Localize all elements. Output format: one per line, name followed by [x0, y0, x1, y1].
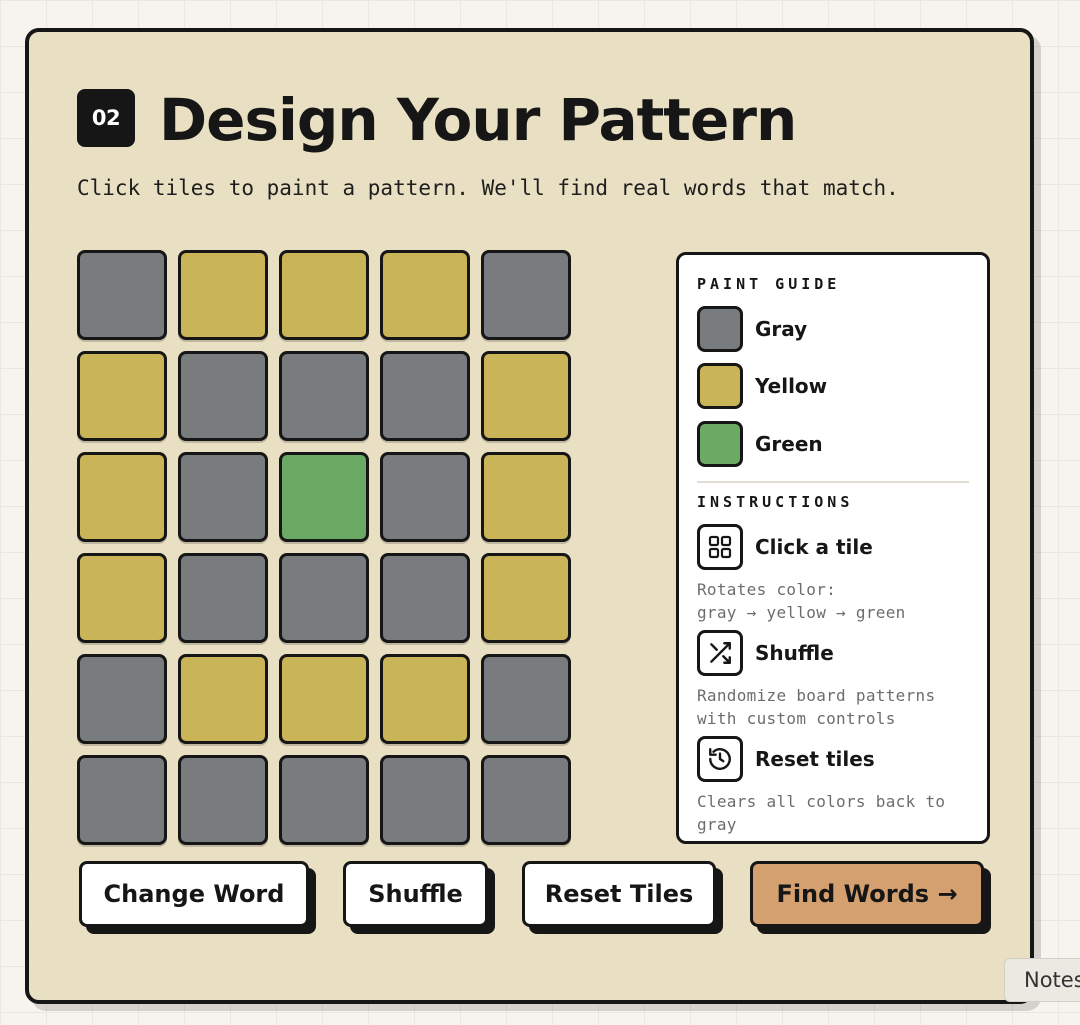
tile-r5-c5[interactable] — [481, 654, 571, 744]
tile-r3-c5[interactable] — [481, 452, 571, 542]
paint-guide-label: Green — [755, 432, 823, 456]
paint-guide-item-green: Green — [697, 421, 823, 467]
paint-guide-label: Yellow — [755, 374, 828, 398]
tile-r1-c3[interactable] — [279, 250, 369, 340]
paint-guide-label: Gray — [755, 317, 808, 341]
tile-r1-c1[interactable] — [77, 250, 167, 340]
tile-r6-c1[interactable] — [77, 755, 167, 845]
change-word-button[interactable]: Change Word — [79, 861, 309, 927]
instruction-shuffle: Shuffle Randomize board patterns with cus… — [697, 630, 982, 730]
tile-board — [77, 250, 571, 845]
shuffle-icon — [697, 630, 743, 676]
instruction-title: Shuffle — [755, 641, 834, 665]
instruction-reset: Reset tiles Clears all colors back to gra… — [697, 736, 982, 836]
instructions-title: INSTRUCTIONS — [697, 493, 854, 511]
gray-swatch — [697, 306, 743, 352]
history-icon — [697, 736, 743, 782]
tile-r3-c2[interactable] — [178, 452, 268, 542]
instruction-title: Click a tile — [755, 535, 873, 559]
tile-r2-c1[interactable] — [77, 351, 167, 441]
step-number-badge: 02 — [77, 89, 135, 147]
paint-guide-title: PAINT GUIDE — [697, 275, 841, 293]
side-panel: PAINT GUIDE Gray Yellow Green INSTRUCTIO… — [676, 252, 990, 844]
page-subtitle: Click tiles to paint a pattern. We'll fi… — [77, 176, 899, 200]
pattern-card: 02 Design Your Pattern Click tiles to pa… — [25, 28, 1034, 1004]
paint-guide-item-gray: Gray — [697, 306, 807, 352]
reset-tiles-button[interactable]: Reset Tiles — [522, 861, 716, 927]
instruction-description: Randomize board patterns with custom cont… — [697, 686, 936, 728]
tile-r4-c1[interactable] — [77, 553, 167, 643]
instruction-description: Rotates color: gray → yellow → green — [697, 580, 906, 622]
tile-r5-c2[interactable] — [178, 654, 268, 744]
grid-icon — [697, 524, 743, 570]
tile-r6-c5[interactable] — [481, 755, 571, 845]
instruction-click-tile: Click a tile Rotates color: gray → yellow… — [697, 524, 982, 624]
tile-r1-c2[interactable] — [178, 250, 268, 340]
tile-r2-c2[interactable] — [178, 351, 268, 441]
find-words-button[interactable]: Find Words → — [750, 861, 984, 927]
panel-divider — [697, 481, 969, 483]
tile-r4-c3[interactable] — [279, 553, 369, 643]
shuffle-button[interactable]: Shuffle — [343, 861, 488, 927]
tile-r2-c4[interactable] — [380, 351, 470, 441]
tile-r4-c2[interactable] — [178, 553, 268, 643]
tile-r3-c1[interactable] — [77, 452, 167, 542]
tile-r6-c2[interactable] — [178, 755, 268, 845]
green-swatch — [697, 421, 743, 467]
tile-r4-c4[interactable] — [380, 553, 470, 643]
tile-r2-c5[interactable] — [481, 351, 571, 441]
tile-r6-c3[interactable] — [279, 755, 369, 845]
instruction-description: Clears all colors back to gray — [697, 792, 946, 834]
tile-r5-c1[interactable] — [77, 654, 167, 744]
tile-r4-c5[interactable] — [481, 553, 571, 643]
tile-r2-c3[interactable] — [279, 351, 369, 441]
paint-guide-item-yellow: Yellow — [697, 363, 827, 409]
tile-r5-c4[interactable] — [380, 654, 470, 744]
tile-r1-c5[interactable] — [481, 250, 571, 340]
tile-r6-c4[interactable] — [380, 755, 470, 845]
yellow-swatch — [697, 363, 743, 409]
tile-r3-c4[interactable] — [380, 452, 470, 542]
tile-r1-c4[interactable] — [380, 250, 470, 340]
notes-tab[interactable]: Notes — [1004, 958, 1080, 1002]
instruction-title: Reset tiles — [755, 747, 875, 771]
tile-r5-c3[interactable] — [279, 654, 369, 744]
tile-r3-c3[interactable] — [279, 452, 369, 542]
page-title: Design Your Pattern — [159, 86, 797, 154]
